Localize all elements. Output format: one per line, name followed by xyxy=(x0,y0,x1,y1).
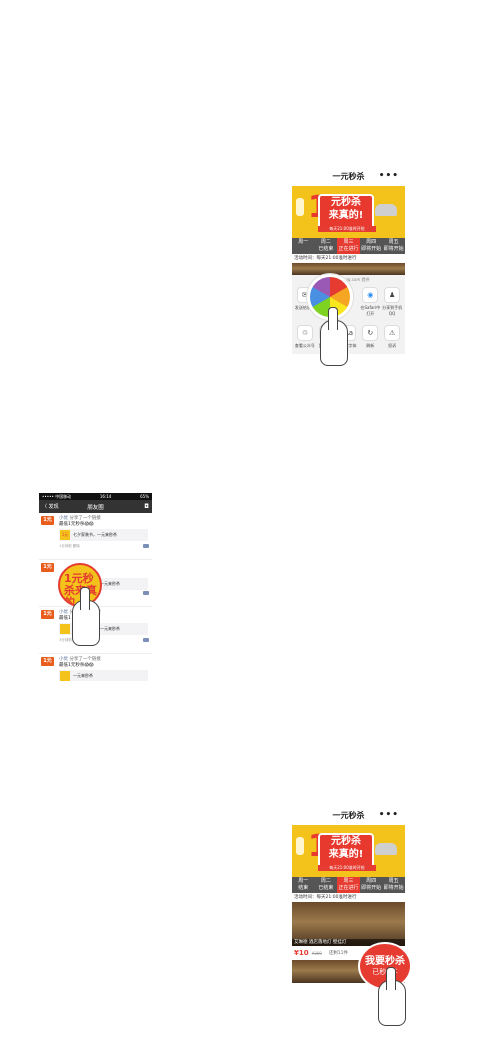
warning-icon: ⚠ xyxy=(384,325,401,341)
event-notice: 活动时间：每天21:00准时进行 xyxy=(292,893,405,902)
lamp-icon xyxy=(296,198,304,216)
day-tabs: 周一 结束 周二 已结束 周三 正在进行 周四 即将开始 周五 即将开始 xyxy=(292,877,405,893)
post-text: 最低1元秒杀😱😱 xyxy=(59,663,94,668)
tab-day[interactable]: 周二 已结束 xyxy=(315,238,338,254)
link-title: 一元来秒杀 xyxy=(100,626,120,631)
promo-banner[interactable]: 1 元秒杀 来真的! 每天21:00准时开抢 xyxy=(292,825,405,877)
original-price: ¥369 xyxy=(311,950,322,956)
tab-day-active[interactable]: 周三 正在进行 xyxy=(337,238,360,254)
share-safari[interactable]: ◉ 在Safari中打开 xyxy=(360,287,380,317)
clock-label: 16:14 xyxy=(99,494,112,499)
comment-icon[interactable] xyxy=(143,591,149,595)
avatar[interactable]: 1元 xyxy=(41,610,54,619)
avatar[interactable]: 1元 xyxy=(41,516,54,525)
link-title: 一元来秒杀 xyxy=(73,673,93,678)
share-report[interactable]: ⚠ 投诉 xyxy=(382,325,402,349)
price: ¥10 xyxy=(294,949,309,957)
post-text: 最低1 xyxy=(59,616,71,621)
refresh-icon: ↻ xyxy=(362,325,379,341)
tab-day[interactable]: 周一 xyxy=(292,238,315,254)
back-button[interactable]: 〈 发现 xyxy=(42,503,59,510)
moment-post: 1元 小优 分享了一个链接 最低1元秒杀😱😱 一元来秒杀 xyxy=(39,654,152,681)
tab-day[interactable]: 周四 即将开始 xyxy=(360,238,383,254)
stock-left: 还剩11件 xyxy=(328,951,349,956)
comment-icon[interactable] xyxy=(143,544,149,548)
share-row-2: ♲查看公众号 复制链接 Aa调整字体 ↻刷新 ⚠投诉 xyxy=(292,321,405,353)
page-title-bar: 一元秒杀 ••• xyxy=(292,166,405,186)
tab-day[interactable]: 周一 结束 xyxy=(292,877,315,893)
more-icon[interactable]: ••• xyxy=(379,810,399,820)
battery-label: 65% xyxy=(140,494,149,499)
link-thumb xyxy=(60,624,70,634)
tap-hand-icon xyxy=(320,307,348,366)
share-host: ...weixin.qq.com 提供 xyxy=(327,277,370,282)
share-view-account[interactable]: ♲ 查看公众号 xyxy=(295,325,315,349)
buy-sold-count: 已秒3件 xyxy=(372,968,398,976)
moment-post: 1元 小优 分享了一个链接 最低1元秒杀😱😱 1元 七夕家装节，一元来秒杀 1分钟… xyxy=(39,513,152,560)
tab-day[interactable]: 周二 已结束 xyxy=(315,877,338,893)
status-bar: ••••• 中国移动 16:14 65% xyxy=(39,493,152,500)
comment-icon[interactable] xyxy=(143,638,149,642)
banner-subtitle: 每天21:00准时开抢 xyxy=(318,226,376,232)
tab-day[interactable]: 周四 即将开始 xyxy=(360,877,383,893)
product-image[interactable]: 艾琳德 酒店落地灯 壁挂灯 xyxy=(292,902,405,946)
link-title: 七夕家装节，一元来秒杀 xyxy=(73,532,117,537)
account-icon: ♲ xyxy=(296,325,313,341)
event-notice: 活动时间：每天21:00准时进行 xyxy=(292,254,405,263)
avatar[interactable]: 1元 xyxy=(41,657,54,666)
banner-title-2: 来真的! xyxy=(328,210,364,221)
banner-title: 元秒杀 xyxy=(331,836,361,847)
link-thumb: 1元 xyxy=(60,530,70,540)
banner-title-2: 来真的! xyxy=(328,849,364,860)
car-icon xyxy=(375,204,397,216)
link-card[interactable]: 1元 七夕家装节，一元来秒杀 xyxy=(59,529,148,541)
page-title: 一元秒杀 xyxy=(332,171,365,181)
day-tabs: 周一 周二 已结束 周三 正在进行 周四 即将开始 周五 即将开始 xyxy=(292,238,405,254)
qq-icon: ♟ xyxy=(384,287,401,303)
post-meta: 1分钟前 删除 xyxy=(59,544,80,548)
avatar[interactable]: 1元 xyxy=(41,563,54,572)
share-refresh[interactable]: ↻ 刷新 xyxy=(360,325,380,349)
post-text: 最低1元秒杀😱😱 xyxy=(59,522,94,527)
tap-hand-icon xyxy=(72,587,100,646)
tab-day-active[interactable]: 周三 正在进行 xyxy=(337,877,360,893)
lamp-icon xyxy=(296,837,304,855)
link-card[interactable]: 一元来秒杀 xyxy=(59,670,148,681)
tap-hand-icon xyxy=(378,967,406,1026)
link-title: 一元来秒杀 xyxy=(100,581,120,586)
banner-subtitle: 每天21:00准时开抢 xyxy=(318,865,376,871)
promo-banner[interactable]: 1 元秒杀 来真的! 每天21:00准时开抢 xyxy=(292,186,405,238)
share-qq[interactable]: ♟ 分享到手机QQ xyxy=(382,287,402,317)
nav-bar: 〈 发现 朋友圈 ◘ xyxy=(39,500,152,513)
buy-label: 我要秒杀 xyxy=(365,956,405,967)
product-image xyxy=(292,263,405,275)
tab-day[interactable]: 周五 即将开始 xyxy=(382,877,405,893)
carrier-label: ••••• 中国移动 xyxy=(42,494,72,499)
nav-title: 朋友圈 xyxy=(87,504,104,511)
car-icon xyxy=(375,843,397,855)
panel-top: 一元秒杀 ••• 1 元秒杀 来真的! 每天21:00准时开抢 周一 周二已结束… xyxy=(292,166,405,354)
link-thumb xyxy=(60,671,70,681)
safari-icon: ◉ xyxy=(362,287,379,303)
more-icon[interactable]: ••• xyxy=(379,171,399,181)
banner-title: 元秒杀 xyxy=(331,197,361,208)
camera-icon[interactable]: ◘ xyxy=(144,503,149,510)
page-title: 一元秒杀 xyxy=(332,810,365,820)
tab-day[interactable]: 周五 即将开始 xyxy=(382,238,405,254)
page-title-bar: 一元秒杀 ••• xyxy=(292,805,405,825)
